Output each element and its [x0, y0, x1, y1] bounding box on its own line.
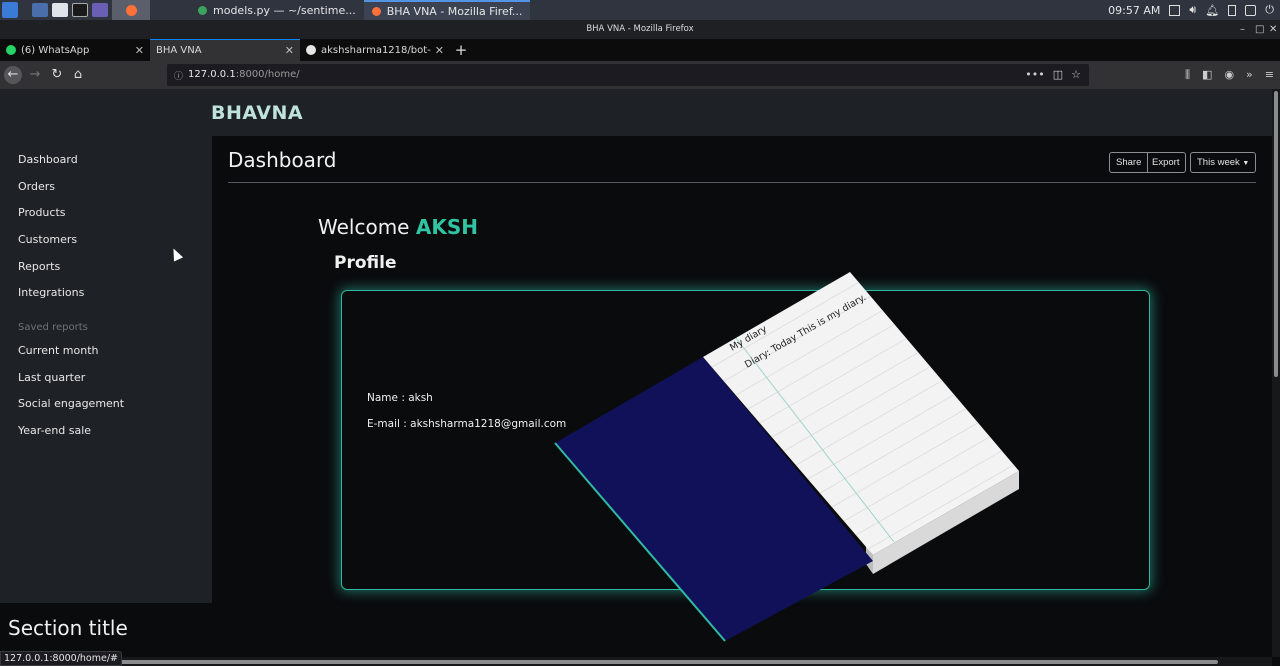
export-button[interactable]: Export: [1146, 152, 1187, 173]
sidebar-item-products[interactable]: Products: [18, 206, 66, 219]
saved-report-last-quarter[interactable]: Last quarter: [18, 371, 85, 384]
horizontal-scroll-thumb[interactable]: [110, 660, 1218, 664]
page-actions-icon[interactable]: •••: [1025, 68, 1044, 81]
task-editor-label: models.py — ~/sentime...: [213, 3, 356, 17]
profile-email: E-mail : akshsharma1218@gmail.com: [367, 418, 567, 430]
sidebar-toggle-icon[interactable]: ◧: [1202, 68, 1212, 82]
profile-name: Name : aksh: [367, 392, 433, 404]
tab-whatsapp[interactable]: (6) WhatsApp ✕: [0, 39, 150, 61]
task-firefox[interactable]: BHA VNA - Mozilla Firef...: [363, 0, 531, 20]
saved-report-social-engagement[interactable]: Social engagement: [18, 397, 124, 410]
period-dropdown-label: This week: [1197, 157, 1240, 168]
tab-bhavna[interactable]: BHA VNA ✕: [150, 39, 300, 61]
saved-reports-heading: Saved reports: [18, 322, 88, 333]
volume-icon[interactable]: 🔊︎: [1189, 3, 1196, 17]
close-tab-icon[interactable]: ✕: [285, 44, 294, 57]
clock[interactable]: 09:57 AM: [1108, 4, 1160, 17]
vertical-scrollbar[interactable]: [1272, 89, 1280, 657]
tab-github[interactable]: akshsharma1218/bot-ha ✕: [300, 39, 450, 61]
new-tab-icon[interactable]: +: [450, 39, 472, 61]
account-icon[interactable]: ◉: [1224, 68, 1234, 82]
library-icon[interactable]: ⫼: [1185, 68, 1190, 82]
minimize-icon[interactable]: –: [1240, 20, 1245, 39]
saved-report-current-month[interactable]: Current month: [18, 344, 99, 357]
section-title: Section title: [8, 616, 128, 640]
sidebar-item-dashboard[interactable]: Dashboard: [18, 153, 78, 166]
overflow-menu-icon[interactable]: »: [1246, 68, 1253, 82]
task-firefox-label: BHA VNA - Mozilla Firef...: [386, 4, 523, 18]
battery-icon[interactable]: [1228, 4, 1237, 16]
main-content: Dashboard Share Export This week ▼ Welco…: [212, 136, 1272, 657]
site-header: BHAVNA: [0, 89, 1272, 136]
display-icon[interactable]: [1169, 4, 1181, 16]
sidebar: Dashboard Orders Products Customers Repo…: [0, 136, 212, 603]
editor-app-icon: [198, 5, 207, 15]
tab-label: (6) WhatsApp: [21, 44, 90, 56]
url-text: 127.0.0.1:8000/home/: [188, 69, 300, 80]
welcome-username: AKSH: [415, 215, 478, 239]
page-title: Dashboard: [228, 148, 337, 172]
caret-down-icon: ▼: [1242, 160, 1250, 167]
vertical-scroll-thumb[interactable]: [1274, 91, 1278, 377]
tab-label: BHA VNA: [156, 45, 202, 56]
window-titlebar: BHA VNA - Mozilla Firefox – □ ✕: [0, 20, 1280, 39]
share-button[interactable]: Share: [1109, 152, 1149, 173]
close-window-icon[interactable]: ✕: [1269, 20, 1277, 39]
title-divider: [228, 182, 1256, 183]
window-title: BHA VNA - Mozilla Firefox: [586, 24, 694, 34]
back-icon[interactable]: ←: [4, 66, 22, 84]
desktop-icon[interactable]: [32, 3, 48, 17]
home-icon[interactable]: ⌂: [69, 66, 87, 84]
brand-logo[interactable]: BHAVNA: [211, 102, 303, 124]
welcome-prefix: Welcome: [318, 215, 410, 239]
url-path: :8000/home/: [235, 69, 300, 80]
welcome-heading: Welcome AKSH: [318, 215, 478, 239]
pocket-icon[interactable]: ◫: [1053, 68, 1063, 81]
notification-icon[interactable]: 🔔︎: [1205, 4, 1219, 17]
lock-icon[interactable]: [1245, 4, 1257, 16]
web-page: BHAVNA Dashboard Orders Products Custome…: [0, 89, 1272, 657]
start-menu-icon[interactable]: [2, 2, 18, 18]
close-tab-icon[interactable]: ✕: [435, 44, 444, 57]
forward-icon[interactable]: →: [26, 66, 44, 84]
maximize-icon[interactable]: □: [1255, 20, 1264, 39]
sidebar-item-customers[interactable]: Customers: [18, 233, 77, 246]
period-dropdown[interactable]: This week ▼: [1190, 152, 1257, 173]
settings-icon[interactable]: [92, 3, 108, 17]
firefox-app-icon: [371, 6, 381, 16]
os-taskbar: models.py — ~/sentime... BHA VNA - Mozil…: [0, 0, 1280, 20]
hamburger-menu-icon[interactable]: ≡: [1265, 68, 1274, 82]
address-bar[interactable]: ⓘ 127.0.0.1:8000/home/ ••• ◫ ☆: [167, 64, 1089, 86]
saved-report-year-end-sale[interactable]: Year-end sale: [18, 424, 91, 437]
firefox-launcher-icon[interactable]: [112, 0, 150, 20]
terminal-icon[interactable]: [72, 3, 88, 17]
horizontal-scrollbar[interactable]: [0, 657, 1272, 666]
profile-heading: Profile: [334, 253, 397, 273]
power-icon[interactable]: ⏻: [1265, 3, 1274, 17]
reload-icon[interactable]: ↻: [48, 66, 66, 84]
tab-label: akshsharma1218/bot-ha: [321, 44, 431, 56]
profile-card: Name : aksh E-mail : akshsharma1218@gmai…: [341, 290, 1150, 590]
bookmark-star-icon[interactable]: ☆: [1071, 68, 1081, 81]
task-editor[interactable]: models.py — ~/sentime...: [190, 0, 364, 20]
close-tab-icon[interactable]: ✕: [135, 44, 144, 57]
browser-toolbar: ← → ↻ ⌂ ⓘ 127.0.0.1:8000/home/ ••• ◫ ☆ ⫼…: [0, 61, 1280, 89]
url-host: 127.0.0.1: [188, 69, 236, 80]
site-info-icon[interactable]: ⓘ: [174, 69, 183, 82]
github-icon: [306, 45, 316, 55]
files-icon[interactable]: [52, 3, 68, 17]
whatsapp-icon: [6, 45, 16, 55]
browser-tab-bar: (6) WhatsApp ✕ BHA VNA ✕ akshsharma1218/…: [0, 39, 1280, 61]
sidebar-item-reports[interactable]: Reports: [18, 260, 60, 273]
sidebar-item-orders[interactable]: Orders: [18, 180, 55, 193]
status-bar-url: 127.0.0.1:8000/home/#: [0, 651, 122, 666]
sidebar-item-integrations[interactable]: Integrations: [18, 286, 84, 299]
